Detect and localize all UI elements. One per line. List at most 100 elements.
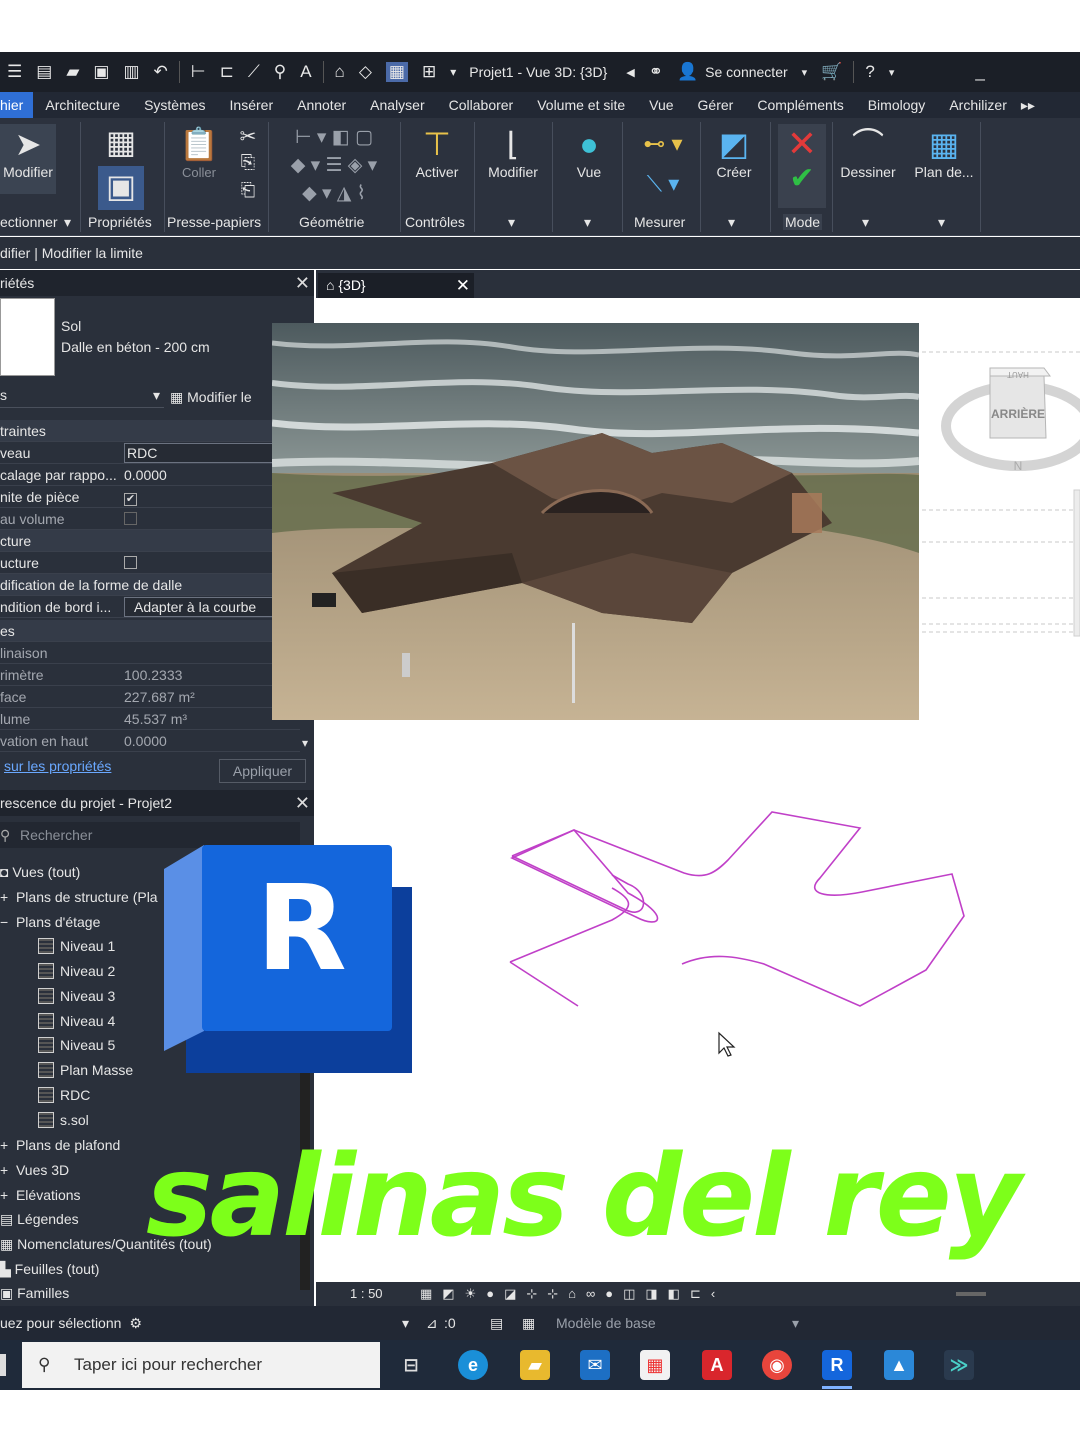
cut-icon[interactable]: ✂: [236, 124, 260, 149]
chevron-down-icon[interactable]: ▾: [728, 214, 735, 231]
edge-condition-field[interactable]: Adapter à la courbe: [124, 597, 274, 617]
type-properties-icon[interactable]: ▦: [98, 122, 144, 162]
tree-level-1[interactable]: Niveau 1: [38, 938, 115, 954]
task-view-icon[interactable]: ⊟: [396, 1350, 426, 1380]
app-icon[interactable]: ≫: [944, 1350, 974, 1380]
match-icon[interactable]: ⎗: [236, 180, 260, 201]
sign-in-button[interactable]: Se connecter: [705, 64, 788, 80]
text-icon[interactable]: A: [300, 62, 311, 82]
edge-icon[interactable]: e: [458, 1350, 488, 1380]
tree-elevations[interactable]: + Elévations: [0, 1187, 81, 1203]
user-icon[interactable]: 👤: [677, 62, 698, 82]
dimension-icon[interactable]: ⊏: [220, 62, 234, 82]
tab-archilizer[interactable]: Archilizer: [937, 92, 1019, 118]
chevron-down-icon[interactable]: ▾: [889, 66, 895, 79]
store-icon[interactable]: ▦: [640, 1350, 670, 1380]
help-icon[interactable]: ?: [865, 62, 874, 82]
tree-legends[interactable]: ▤ Légendes: [0, 1211, 79, 1228]
tree-structure-plans[interactable]: + Plans de structure (Pla: [0, 889, 158, 905]
menu-icon[interactable]: ☰: [7, 62, 22, 82]
chrome-icon[interactable]: ◉: [762, 1350, 792, 1380]
tab-manage[interactable]: Gérer: [686, 92, 746, 118]
close-hidden-icon[interactable]: ⊞: [422, 62, 436, 82]
select-panel-label[interactable]: ectionner: [0, 214, 58, 230]
open-folder-icon[interactable]: ▰: [66, 62, 79, 82]
horizontal-scrollbar[interactable]: [956, 1292, 986, 1296]
close-icon[interactable]: ✕: [295, 790, 310, 816]
cart-icon[interactable]: 🛒: [821, 62, 842, 82]
view-scale[interactable]: 1 : 50: [350, 1282, 383, 1306]
model-icon[interactable]: ▦: [522, 1306, 535, 1340]
photos-icon[interactable]: ▲: [884, 1350, 914, 1380]
tree-level-2[interactable]: Niveau 2: [38, 963, 115, 979]
navigation-bar[interactable]: [1073, 489, 1080, 637]
minimize-icon[interactable]: _: [975, 62, 984, 82]
chevron-down-icon[interactable]: ▾: [862, 214, 869, 231]
cancel-edit-button[interactable]: ✕ ✔: [778, 124, 826, 208]
level-field[interactable]: RDC: [124, 443, 274, 463]
start-icon[interactable]: [0, 1354, 6, 1376]
tree-level-4[interactable]: Niveau 4: [38, 1013, 115, 1029]
offset-value[interactable]: 0.0000: [124, 464, 274, 486]
tag-icon[interactable]: ⚲: [274, 62, 286, 82]
design-options-icon[interactable]: ▤: [490, 1306, 503, 1340]
model-selector[interactable]: Modèle de base: [556, 1306, 656, 1340]
more-tabs-icon[interactable]: ▸▸: [1019, 92, 1037, 118]
tree-floor-plans[interactable]: − Plans d'étage: [0, 914, 100, 930]
chevron-down-icon[interactable]: ▾: [508, 214, 515, 231]
measure-icon[interactable]: ⊢: [191, 62, 206, 82]
tree-rdc[interactable]: RDC: [38, 1087, 90, 1103]
tree-site-plan[interactable]: Plan Masse: [38, 1062, 133, 1078]
home-icon[interactable]: ⌂: [335, 62, 345, 82]
tab-3d-view[interactable]: ⌂ {3D} ✕: [318, 273, 474, 298]
work-plane-button[interactable]: ▦ Plan de...: [908, 124, 980, 180]
save-icon[interactable]: ▣: [93, 62, 109, 82]
tab-addins[interactable]: Compléments: [745, 92, 855, 118]
edit-type-button[interactable]: ▦ Modifier le: [170, 384, 252, 410]
print-icon[interactable]: ▥: [123, 62, 139, 82]
scroll-down-icon[interactable]: ▾: [302, 736, 308, 750]
create-button[interactable]: ◩ Créer: [704, 124, 764, 180]
group-dimensions[interactable]: es: [0, 620, 300, 642]
room-bounding-checkbox[interactable]: ✔: [124, 493, 137, 506]
chevron-down-icon[interactable]: ▾: [64, 214, 71, 231]
section-icon[interactable]: ◇: [359, 62, 372, 82]
tab-annotate[interactable]: Annoter: [285, 92, 358, 118]
tree-ceiling-plans[interactable]: + Plans de plafond: [0, 1137, 120, 1153]
chevron-down-icon[interactable]: ▾: [792, 1306, 799, 1340]
instance-selector[interactable]: s ▾: [0, 382, 164, 408]
properties-button[interactable]: ▣: [98, 166, 144, 210]
dropdown-icon[interactable]: ▾: [450, 65, 456, 79]
group-shape-editing[interactable]: dification de la forme de dalle: [0, 574, 300, 596]
geometry-tools-icon[interactable]: ⊢ ▾ ◧ ▢ ◆ ▾ ☰ ◈ ▾ ◆ ▾ ◮ ⌇: [274, 124, 394, 208]
tab-analyze[interactable]: Analyser: [358, 92, 436, 118]
copy-icon[interactable]: ⎘: [236, 152, 260, 173]
view-button[interactable]: ● Vue: [560, 124, 618, 180]
modify-button[interactable]: ➤ Modifier: [0, 124, 56, 194]
measure-tools-icon[interactable]: ⊷ ▾ ⟍ ▾: [630, 124, 696, 204]
properties-help-link[interactable]: sur les propriétés: [4, 758, 111, 774]
chevron-down-icon[interactable]: ▾: [938, 214, 945, 231]
viewcube-back-label[interactable]: ARRIÈRE: [991, 406, 1045, 421]
tree-level-3[interactable]: Niveau 3: [38, 988, 115, 1004]
tree-sheets[interactable]: ▙ Feuilles (tout): [0, 1261, 99, 1278]
tree-level-5[interactable]: Niveau 5: [38, 1037, 115, 1053]
close-icon[interactable]: ✕: [456, 273, 470, 298]
filter-icon[interactable]: ⚙: [129, 1315, 142, 1331]
line-icon[interactable]: ⟋: [248, 62, 260, 82]
new-file-icon[interactable]: ▤: [36, 62, 52, 82]
tab-massing[interactable]: Volume et site: [525, 92, 637, 118]
tab-view[interactable]: Vue: [637, 92, 685, 118]
group-structure[interactable]: cture: [0, 530, 300, 552]
activate-button[interactable]: ⊤ Activer: [404, 124, 470, 180]
close-icon[interactable]: ✕: [295, 270, 310, 296]
tree-basement[interactable]: s.sol: [38, 1112, 89, 1128]
file-explorer-icon[interactable]: ▰: [520, 1350, 550, 1380]
tree-3d-views[interactable]: + Vues 3D: [0, 1162, 69, 1178]
switch-windows-icon[interactable]: ▦: [385, 62, 408, 82]
group-constraints[interactable]: traintes: [0, 420, 300, 442]
outlook-icon[interactable]: ✉: [580, 1350, 610, 1380]
tab-bimology[interactable]: Bimology: [856, 92, 938, 118]
draw-button[interactable]: ⌒ Dessiner: [836, 124, 900, 180]
modify-sub-button[interactable]: ⌊ Modifier: [480, 124, 546, 180]
